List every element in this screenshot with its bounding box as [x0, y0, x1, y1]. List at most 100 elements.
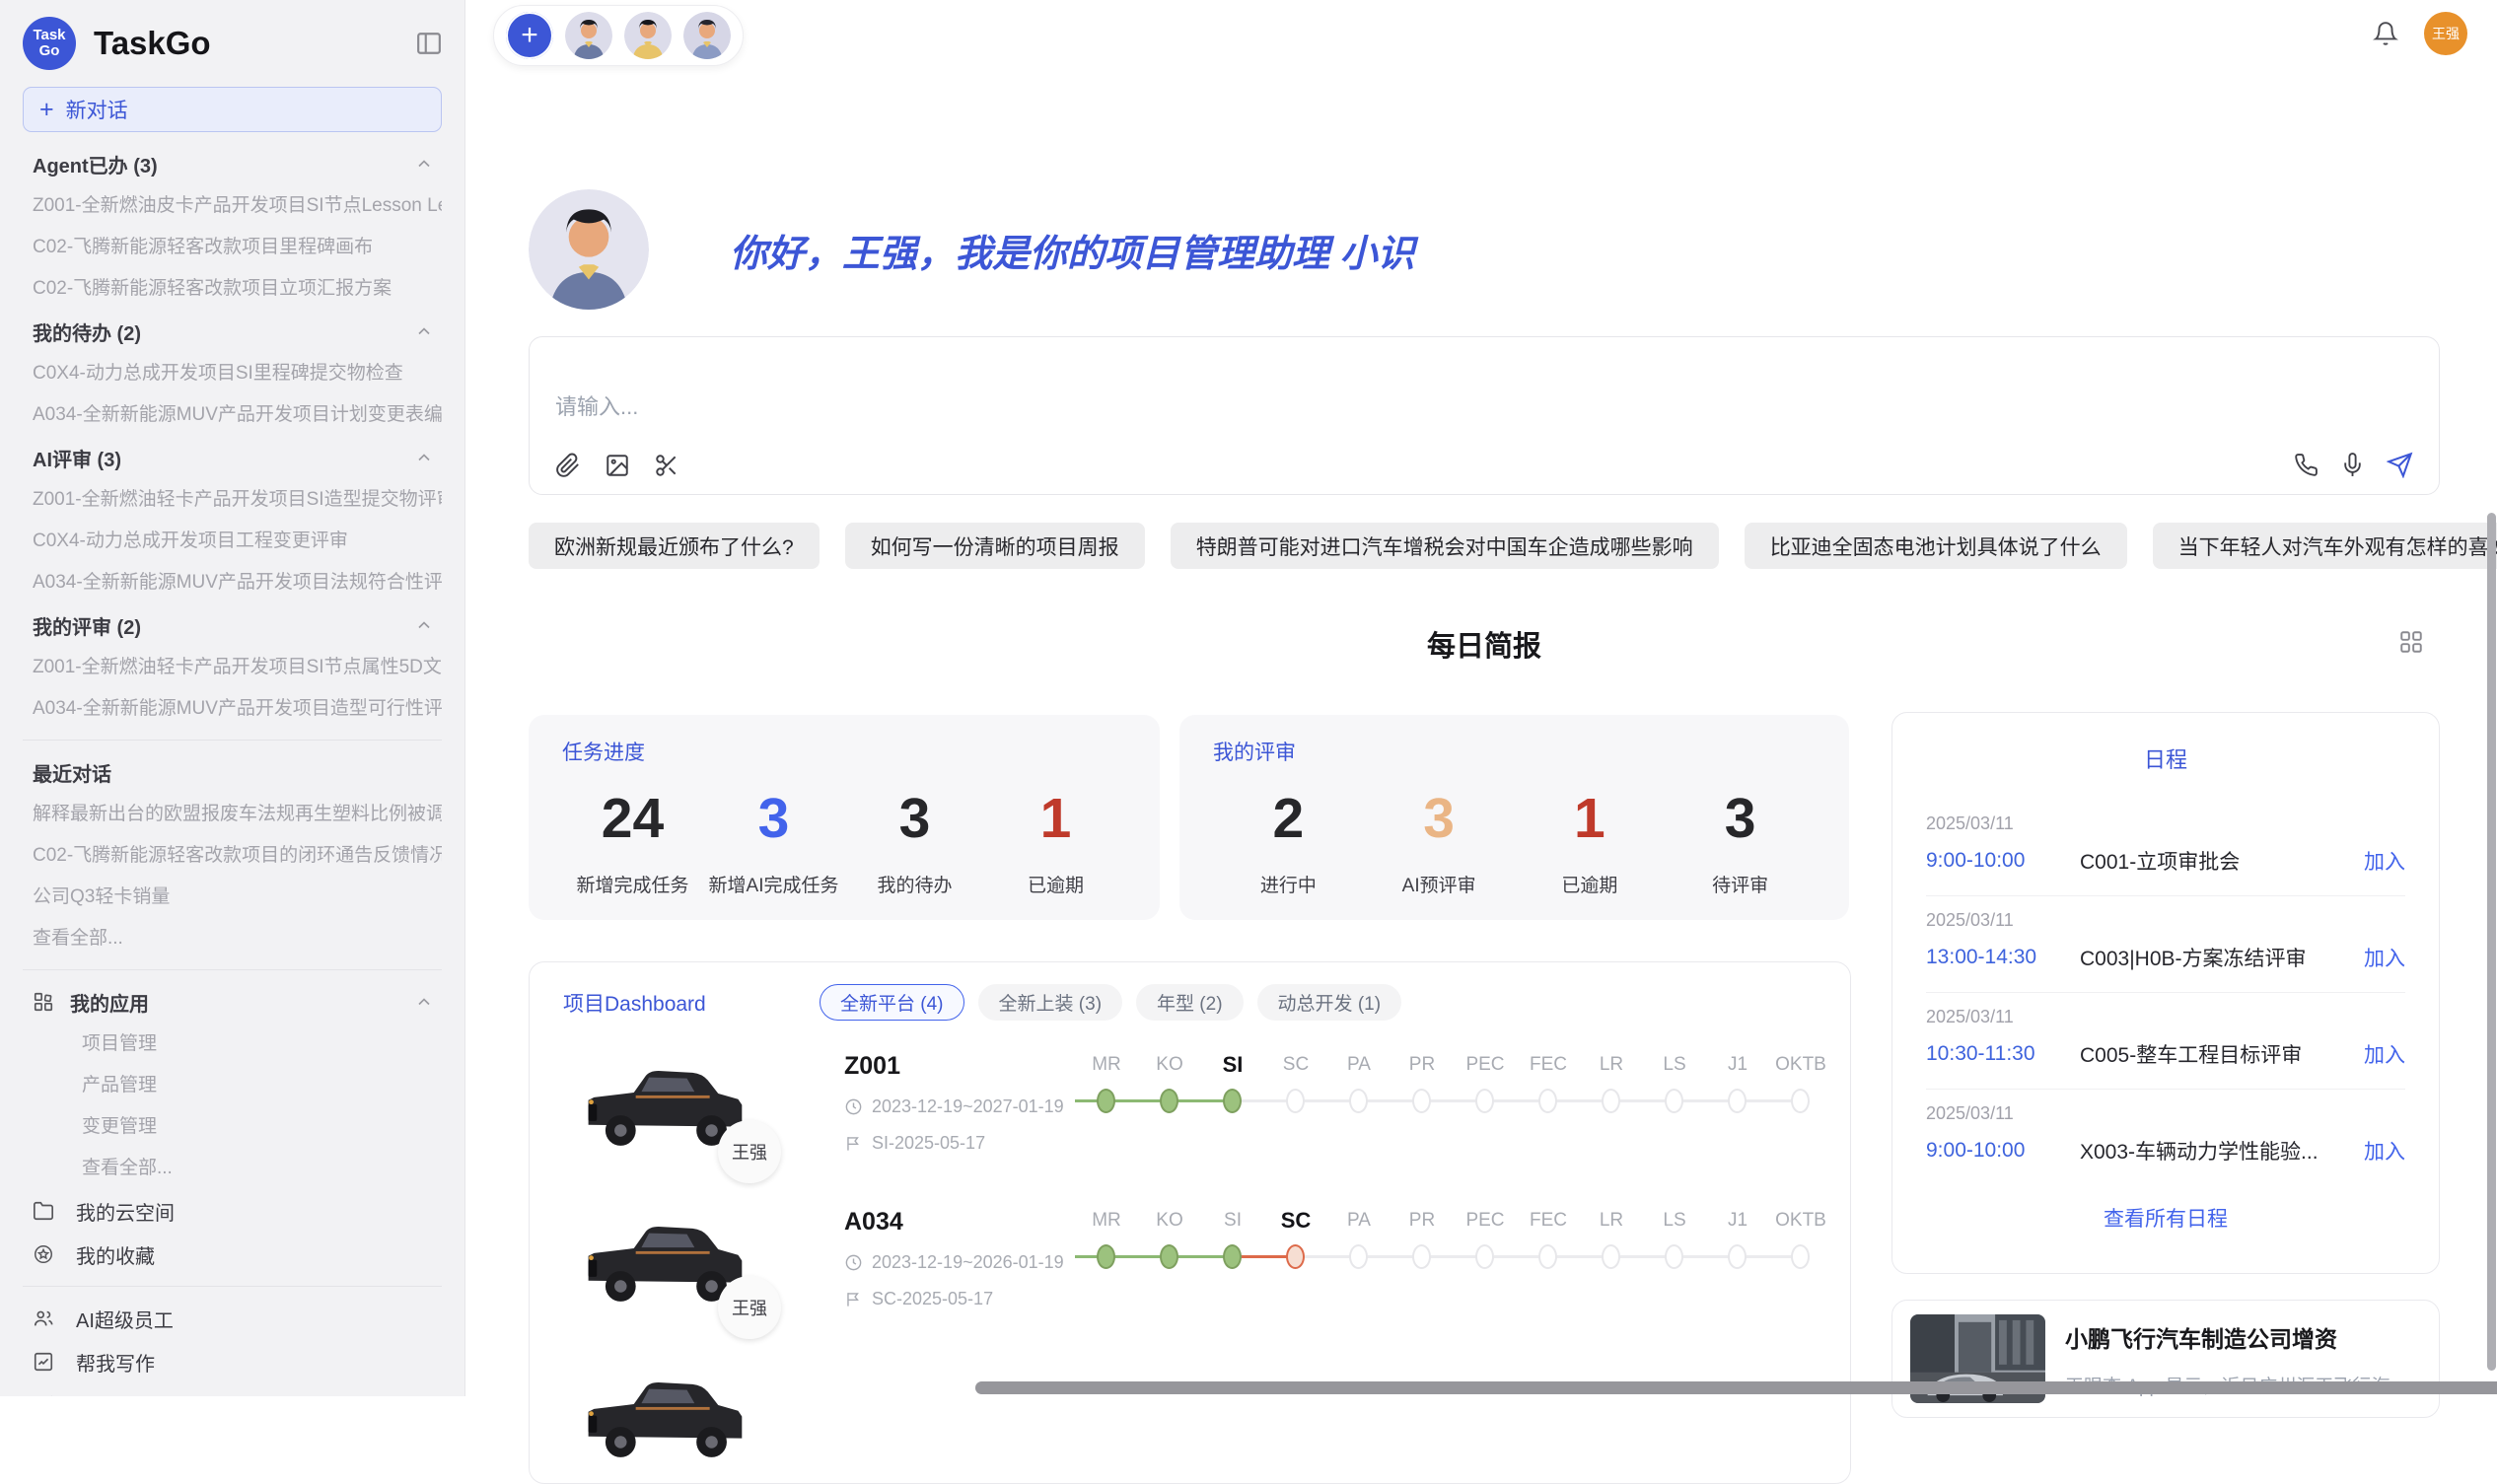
stat-value: 3	[1364, 784, 1515, 853]
sidebar-section-title: 我的评审 (2)	[33, 611, 141, 640]
milestone: OKTB	[1769, 1048, 1832, 1176]
recent-chat-item[interactable]: 公司Q3轻卡销量	[23, 877, 442, 918]
chevron-up-icon[interactable]	[414, 154, 434, 174]
suggestion-chip[interactable]: 比亚迪全固态电池计划具体说了什么	[1745, 523, 2127, 569]
content-columns: 任务进度24新增完成任务3新增AI完成任务3我的待办1已逾期我的评审2进行中3A…	[529, 712, 2440, 1484]
stat-item: 1已逾期	[985, 784, 1126, 897]
sidebar-item[interactable]: A034-全新新能源MUV产品开发项目造型可行性评审	[23, 688, 442, 730]
milestone-node-pending	[1349, 1244, 1368, 1269]
sidebar-item[interactable]: C0X4-动力总成开发项目工程变更评审	[23, 521, 442, 562]
project-row[interactable]: 王强Z0012023-12-19~2027-01-19SI-2025-05-17…	[563, 1046, 1817, 1176]
layout-grid-icon[interactable]	[2398, 629, 2424, 655]
event-name: C003|H0B-方案冻结评审	[2080, 943, 2364, 972]
schedule-card: 日程 2025/03/119:00-10:00C001-立项审批会加入2025/…	[1891, 712, 2440, 1274]
milestone: SI	[1201, 1048, 1264, 1176]
sidebar-section-header[interactable]: Agent已办 (3)	[23, 142, 442, 185]
add-assistant-button[interactable]: +	[506, 12, 553, 59]
milestone: SI	[1201, 1204, 1264, 1332]
project-row-partial	[563, 1358, 1817, 1484]
user-avatar[interactable]: 王强	[2424, 12, 2467, 55]
event-join-link[interactable]: 加入	[2364, 846, 2405, 876]
sidebar-item[interactable]: C02-飞腾新能源轻客改款项目立项汇报方案	[23, 268, 442, 310]
sidebar-section-header[interactable]: 最近对话	[23, 750, 442, 794]
horizontal-scrollbar-thumb[interactable]	[975, 1381, 2497, 1394]
assistant-avatar[interactable]	[683, 12, 731, 59]
suggestion-chip[interactable]: 特朗普可能对进口汽车增税会对中国车企造成哪些影响	[1171, 523, 1719, 569]
suggestion-chip[interactable]: 欧洲新规最近颁布了什么?	[529, 523, 820, 569]
milestone-label: LR	[1580, 1204, 1643, 1237]
sidebar-link-folder[interactable]: 我的云空间	[23, 1189, 442, 1233]
view-all-schedule-link[interactable]: 查看所有日程	[1926, 1203, 2405, 1233]
app-item[interactable]: 查看全部...	[23, 1148, 442, 1189]
vertical-scrollbar-thumb[interactable]	[2487, 513, 2496, 1371]
news-card[interactable]: 小鹏飞行汽车制造公司增资 天眼查 App 显示，近日广州汇天飞行汽...	[1891, 1300, 2440, 1418]
horizontal-scrollbar-track[interactable]	[975, 1381, 2497, 1394]
microphone-icon[interactable]	[2340, 453, 2365, 477]
sidebar-item[interactable]: Z001-全新燃油皮卡产品开发项目SI节点Lesson Learn报告	[23, 185, 442, 227]
sidebar-link-star[interactable]: 我的收藏	[23, 1233, 442, 1276]
app-item[interactable]: 产品管理	[23, 1065, 442, 1106]
topbar-right: 王强	[2373, 12, 2467, 55]
event-join-link[interactable]: 加入	[2364, 1039, 2405, 1069]
sidebar: Task Go TaskGo + 新对话 Agent已办 (3) Z001-全新燃…	[0, 0, 465, 1396]
stat-item: 24新增完成任务	[562, 784, 703, 897]
milestone: KO	[1138, 1048, 1201, 1176]
suggestion-chip[interactable]: 如何写一份清晰的项目周报	[845, 523, 1145, 569]
sidebar-section-title: Agent已办 (3)	[33, 150, 158, 178]
assistant-avatar[interactable]	[624, 12, 672, 59]
project-truck-image: 王强	[579, 1046, 749, 1166]
sidebar-item[interactable]: A034-全新新能源MUV产品开发项目计划变更表编写	[23, 394, 442, 436]
sidebar-item[interactable]: Z001-全新燃油轻卡产品开发项目SI造型提交物评审	[23, 479, 442, 521]
news-title: 小鹏飞行汽车制造公司增资	[2065, 1320, 2405, 1354]
chevron-up-icon[interactable]	[414, 992, 434, 1012]
chevron-up-icon[interactable]	[414, 615, 434, 635]
app-item[interactable]: 变更管理	[23, 1106, 442, 1148]
recent-chat-item[interactable]: C02-飞腾新能源轻客改款项目的闭环通告反馈情况	[23, 835, 442, 877]
schedule-title: 日程	[1926, 742, 2405, 774]
sidebar-tool-people[interactable]: AI超级员工	[23, 1297, 442, 1340]
sidebar-tool-write[interactable]: 帮我写作	[23, 1340, 442, 1383]
stat-label: 新增AI完成任务	[703, 871, 844, 897]
scissors-icon[interactable]	[654, 453, 679, 478]
sidebar-item[interactable]: A034-全新新能源MUV产品开发项目法规符合性评审	[23, 562, 442, 603]
event-join-link[interactable]: 加入	[2364, 1136, 2405, 1166]
dashboard-tab[interactable]: 全新平台 (4)	[820, 984, 964, 1021]
milestone-node-pending	[1538, 1089, 1557, 1113]
composer-input[interactable]	[555, 394, 2034, 420]
send-icon[interactable]	[2387, 452, 2413, 478]
sidebar-collapse-icon[interactable]	[416, 32, 442, 55]
sidebar-header: Task Go TaskGo	[23, 16, 442, 71]
project-row[interactable]: 王强A0342023-12-19~2026-01-19SC-2025-05-17…	[563, 1202, 1817, 1332]
sidebar-section-header[interactable]: 我的应用	[23, 980, 442, 1024]
sidebar-section-header[interactable]: AI评审 (3)	[23, 436, 442, 479]
sidebar-item[interactable]: C02-飞腾新能源轻客改款项目里程碑画布	[23, 227, 442, 268]
milestone-label: SC	[1264, 1204, 1327, 1237]
assistant-avatar[interactable]	[565, 12, 612, 59]
recent-chat-item[interactable]: 查看全部...	[23, 918, 442, 959]
dashboard-tab[interactable]: 动总开发 (1)	[1257, 984, 1402, 1021]
app-item[interactable]: 项目管理	[23, 1024, 442, 1065]
image-icon[interactable]	[605, 453, 630, 478]
people-icon	[33, 1307, 58, 1329]
phone-icon[interactable]	[2294, 453, 2319, 477]
new-chat-button[interactable]: + 新对话	[23, 87, 442, 132]
dashboard-tab[interactable]: 年型 (2)	[1136, 984, 1244, 1021]
suggestion-chip[interactable]: 当下年轻人对汽车外观有怎样的喜好趋势	[2153, 523, 2497, 569]
notification-bell-icon[interactable]	[2373, 21, 2398, 46]
sidebar-item[interactable]: C0X4-动力总成开发项目SI里程碑提交物检查	[23, 353, 442, 394]
sidebar-item[interactable]: Z001-全新燃油轻卡产品开发项目SI节点属性5D文件评审	[23, 647, 442, 688]
event-join-link[interactable]: 加入	[2364, 943, 2405, 972]
recent-chat-item[interactable]: 解释最新出台的欧盟报废车法规再生塑料比例被调至15%...	[23, 794, 442, 835]
milestone-label: FEC	[1517, 1204, 1580, 1237]
attach-icon[interactable]	[555, 453, 581, 478]
sidebar-section-header[interactable]: 我的评审 (2)	[23, 603, 442, 647]
sidebar-tool-pen[interactable]: 创意制图	[23, 1383, 442, 1396]
dashboard-tab[interactable]: 全新上装 (3)	[978, 984, 1123, 1021]
stat-value: 1	[985, 784, 1126, 853]
chevron-up-icon[interactable]	[414, 448, 434, 467]
milestone: LS	[1643, 1204, 1706, 1332]
chevron-up-icon[interactable]	[414, 321, 434, 341]
project-truck-image	[579, 1358, 749, 1477]
sidebar-section-header[interactable]: 我的待办 (2)	[23, 310, 442, 353]
milestone-node-pending	[1728, 1244, 1747, 1269]
